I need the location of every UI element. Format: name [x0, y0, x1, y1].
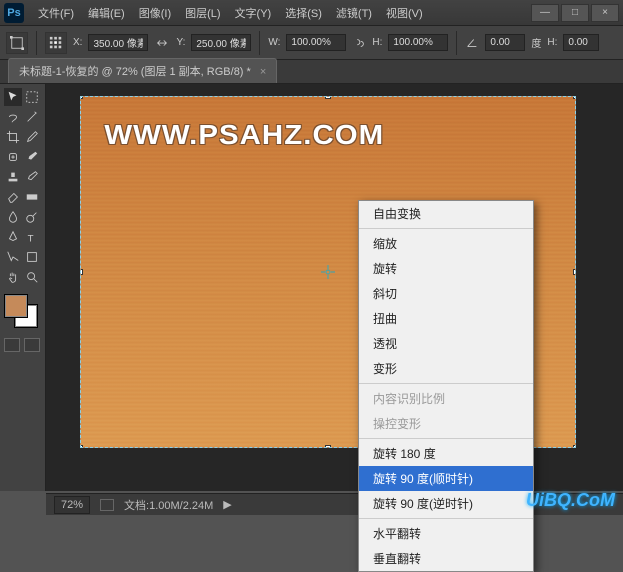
- maximize-button[interactable]: □: [561, 4, 589, 22]
- h2-label: H:: [547, 37, 557, 48]
- shape-tool[interactable]: [24, 248, 42, 266]
- titlebar: Ps 文件(F) 编辑(E) 图像(I) 图层(L) 文字(Y) 选择(S) 滤…: [0, 0, 623, 26]
- tab-title: 未标题-1-恢复的 @ 72% (图层 1 副本, RGB/8) *: [19, 66, 251, 78]
- transform-context-menu: 自由变换 缩放 旋转 斜切 扭曲 透视 变形 内容识别比例 操控变形 旋转 18…: [358, 200, 534, 572]
- foreground-color[interactable]: [4, 294, 28, 318]
- tab-close-icon[interactable]: ×: [260, 66, 266, 78]
- path-tool[interactable]: [4, 248, 22, 266]
- thumbnail-icon[interactable]: [100, 499, 114, 511]
- canvas-area[interactable]: WWW.PSAHZ.COM: [46, 84, 623, 491]
- ctx-flip-vertical[interactable]: 垂直翻转: [359, 546, 533, 571]
- h2-field[interactable]: [563, 34, 599, 51]
- move-tool[interactable]: [4, 88, 22, 106]
- document-tab[interactable]: 未标题-1-恢复的 @ 72% (图层 1 副本, RGB/8) * ×: [8, 58, 277, 83]
- zoom-field[interactable]: 72%: [54, 496, 90, 514]
- y-label: Y:: [176, 37, 185, 48]
- ctx-perspective[interactable]: 透视: [359, 331, 533, 356]
- reference-point-icon[interactable]: [45, 32, 67, 54]
- marquee-tool[interactable]: [24, 88, 42, 106]
- quickmask-icon[interactable]: [4, 338, 20, 352]
- menubar: 文件(F) 编辑(E) 图像(I) 图层(L) 文字(Y) 选择(S) 滤镜(T…: [32, 2, 429, 24]
- x-field[interactable]: [88, 34, 148, 51]
- w-field[interactable]: [286, 34, 346, 51]
- ctx-rotate-90-cw[interactable]: 旋转 90 度(顺时针): [359, 466, 533, 491]
- eyedropper-tool[interactable]: [24, 128, 42, 146]
- h-label: H:: [372, 37, 382, 48]
- hand-tool[interactable]: [4, 268, 22, 286]
- close-button[interactable]: ×: [591, 4, 619, 22]
- menu-file[interactable]: 文件(F): [32, 2, 80, 24]
- crop-tool[interactable]: [4, 128, 22, 146]
- swap-xy-icon[interactable]: [154, 32, 170, 54]
- app-logo: Ps: [4, 3, 24, 23]
- ctx-distort[interactable]: 扭曲: [359, 306, 533, 331]
- ctx-puppet-warp: 操控变形: [359, 411, 533, 436]
- dodge-tool[interactable]: [24, 208, 42, 226]
- zoom-tool[interactable]: [24, 268, 42, 286]
- menu-view[interactable]: 视图(V): [380, 2, 429, 24]
- ctx-separator: [359, 438, 533, 439]
- menu-type[interactable]: 文字(Y): [229, 2, 278, 24]
- h-field[interactable]: [388, 34, 448, 51]
- screenmode-icon[interactable]: [24, 338, 40, 352]
- mode-icons: [4, 338, 41, 352]
- ctx-warp[interactable]: 变形: [359, 356, 533, 381]
- menu-layer[interactable]: 图层(L): [179, 2, 226, 24]
- brand-watermark: UiBQ.CoM: [526, 490, 615, 511]
- lasso-tool[interactable]: [4, 108, 22, 126]
- menu-image[interactable]: 图像(I): [133, 2, 177, 24]
- ctx-scale[interactable]: 缩放: [359, 231, 533, 256]
- ctx-content-aware: 内容识别比例: [359, 386, 533, 411]
- minimize-button[interactable]: —: [531, 4, 559, 22]
- document-tabbar: 未标题-1-恢复的 @ 72% (图层 1 副本, RGB/8) * ×: [0, 60, 623, 84]
- deg-label: 度: [531, 35, 541, 50]
- w-label: W:: [268, 37, 280, 48]
- status-arrow-icon[interactable]: ▶: [223, 498, 231, 511]
- ctx-separator: [359, 383, 533, 384]
- history-brush-tool[interactable]: [24, 168, 42, 186]
- heal-tool[interactable]: [4, 148, 22, 166]
- gradient-tool[interactable]: [24, 188, 42, 206]
- window-controls: — □ ×: [529, 4, 619, 22]
- doc-size-label: 文档:1.00M/2.24M: [124, 497, 213, 513]
- ctx-rotate-90-ccw[interactable]: 旋转 90 度(逆时针): [359, 491, 533, 516]
- pen-tool[interactable]: [4, 228, 22, 246]
- angle-field[interactable]: [485, 34, 525, 51]
- stamp-tool[interactable]: [4, 168, 22, 186]
- watermark-text: WWW.PSAHZ.COM: [104, 119, 384, 151]
- blur-tool[interactable]: [4, 208, 22, 226]
- tools-panel: T: [0, 84, 46, 491]
- ctx-separator: [359, 228, 533, 229]
- wand-tool[interactable]: [24, 108, 42, 126]
- menu-edit[interactable]: 编辑(E): [82, 2, 131, 24]
- ctx-skew[interactable]: 斜切: [359, 281, 533, 306]
- menu-filter[interactable]: 滤镜(T): [330, 2, 378, 24]
- type-tool[interactable]: T: [24, 228, 42, 246]
- transform-tool-icon[interactable]: [6, 32, 28, 54]
- options-bar: X: Y: W: H: 度 H:: [0, 26, 623, 60]
- brush-tool[interactable]: [24, 148, 42, 166]
- menu-select[interactable]: 选择(S): [279, 2, 328, 24]
- transform-center-icon[interactable]: [321, 265, 335, 279]
- angle-icon: [465, 32, 479, 54]
- svg-text:T: T: [28, 233, 34, 244]
- eraser-tool[interactable]: [4, 188, 22, 206]
- ctx-free-transform[interactable]: 自由变换: [359, 201, 533, 226]
- link-wh-icon[interactable]: [352, 32, 366, 54]
- ctx-flip-horizontal[interactable]: 水平翻转: [359, 521, 533, 546]
- color-swatches[interactable]: [4, 294, 38, 328]
- x-label: X:: [73, 37, 82, 48]
- y-field[interactable]: [191, 34, 251, 51]
- ctx-separator: [359, 518, 533, 519]
- ctx-rotate-180[interactable]: 旋转 180 度: [359, 441, 533, 466]
- ctx-rotate[interactable]: 旋转: [359, 256, 533, 281]
